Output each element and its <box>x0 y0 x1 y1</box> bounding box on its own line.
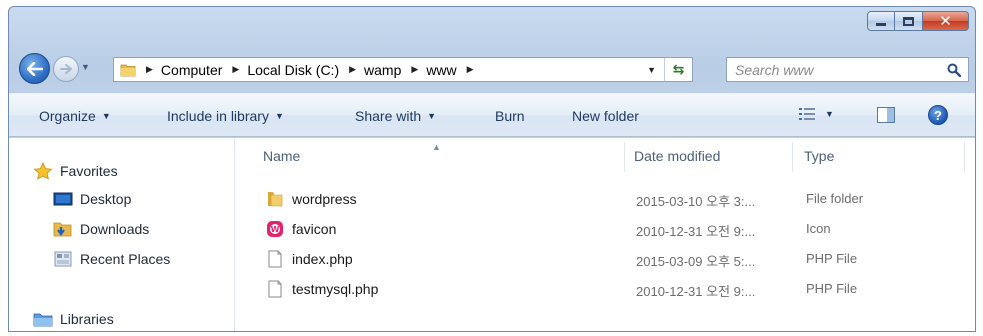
minimize-button[interactable] <box>867 11 895 31</box>
file-list: ▲ Name Date modified Type wordpress 2015… <box>236 138 975 331</box>
breadcrumb-separator[interactable]: ▶ <box>467 64 474 75</box>
refresh-button[interactable]: ⇆ <box>664 58 692 81</box>
address-bar[interactable]: ▶ Computer ▶ Local Disk (C:) ▶ wamp ▶ ww… <box>113 57 693 82</box>
explorer-window: ✕ ▼ ▶ Computer ▶ Local Disk (C:) ▶ wamp … <box>8 6 976 332</box>
file-type: Icon <box>806 221 831 236</box>
star-icon <box>33 162 53 180</box>
minimize-icon <box>876 23 886 26</box>
file-row[interactable]: testmysql.php 2010-12-31 오전 9:... PHP Fi… <box>236 274 975 304</box>
sidebar-item-libraries[interactable]: Libraries <box>33 310 114 328</box>
file-date-modified: 2015-03-09 오후 5:... <box>636 254 756 269</box>
share-with-button[interactable]: Share with ▼ <box>355 108 436 124</box>
chevron-down-icon: ▼ <box>825 109 834 119</box>
window-controls: ✕ <box>867 11 969 31</box>
breadcrumb-separator[interactable]: ▶ <box>146 64 153 75</box>
content-area: Favorites Desktop Downloads Recent Place… <box>9 138 975 331</box>
back-arrow-icon <box>26 61 43 76</box>
search-icon[interactable] <box>940 63 968 77</box>
file-icon <box>266 280 284 298</box>
svg-text:W: W <box>271 225 280 234</box>
sort-ascending-icon: ▲ <box>432 142 441 152</box>
forward-button[interactable] <box>53 56 79 82</box>
column-header-type[interactable]: Type <box>804 148 834 164</box>
include-in-library-label: Include in library <box>167 108 269 124</box>
file-date-modified: 2010-12-31 오전 9:... <box>636 224 756 239</box>
column-divider[interactable] <box>792 142 793 172</box>
help-icon: ? <box>934 107 942 123</box>
sidebar-item-label: Desktop <box>80 191 132 207</box>
recent-pages-dropdown[interactable]: ▼ <box>81 62 90 72</box>
wamp-icon: W <box>266 220 284 238</box>
back-button[interactable] <box>19 53 50 84</box>
breadcrumb-computer[interactable]: Computer <box>161 62 222 78</box>
file-icon <box>266 250 284 268</box>
sidebar-item-desktop[interactable]: Desktop <box>53 190 131 208</box>
chevron-down-icon: ▼ <box>101 111 111 121</box>
file-row[interactable]: index.php 2015-03-09 오후 5:... PHP File <box>236 244 975 274</box>
preview-pane-button[interactable] <box>877 107 895 123</box>
file-name: W favicon <box>266 220 336 238</box>
file-name-text: wordpress <box>292 191 357 207</box>
forward-arrow-icon <box>60 64 72 74</box>
help-button[interactable]: ? <box>928 105 948 125</box>
search-box <box>726 57 969 82</box>
column-header-name[interactable]: Name <box>263 148 300 164</box>
sidebar-item-downloads[interactable]: Downloads <box>53 220 149 238</box>
change-view-button[interactable]: ▼ <box>799 107 834 121</box>
file-name-text: favicon <box>292 221 337 237</box>
breadcrumb-wamp[interactable]: wamp <box>364 62 401 78</box>
file-name-text: testmysql.php <box>292 281 379 297</box>
close-icon: ✕ <box>939 11 952 30</box>
maximize-button[interactable] <box>895 11 923 31</box>
folder-icon <box>120 64 136 76</box>
file-row[interactable]: W favicon 2010-12-31 오전 9:... Icon <box>236 214 975 244</box>
burn-button[interactable]: Burn <box>495 108 525 124</box>
sidebar-item-label: Downloads <box>80 221 150 237</box>
close-button[interactable]: ✕ <box>923 11 969 31</box>
breadcrumb-www[interactable]: www <box>426 62 456 78</box>
column-divider[interactable] <box>624 142 625 172</box>
include-in-library-button[interactable]: Include in library ▼ <box>167 108 284 124</box>
share-with-label: Share with <box>355 108 422 124</box>
refresh-icon: ⇆ <box>672 61 685 77</box>
breadcrumb-separator[interactable]: ▶ <box>411 64 418 75</box>
file-date-modified: 2010-12-31 오전 9:... <box>636 284 756 299</box>
desktop-icon <box>53 190 73 208</box>
breadcrumb-local-disk[interactable]: Local Disk (C:) <box>247 62 339 78</box>
file-name: wordpress <box>266 190 357 208</box>
file-type: PHP File <box>806 281 858 296</box>
file-name: index.php <box>266 250 353 268</box>
breadcrumb-separator[interactable]: ▶ <box>349 64 356 75</box>
column-divider[interactable] <box>964 142 965 172</box>
file-date-modified: 2015-03-10 오후 3:... <box>636 194 756 209</box>
file-type: PHP File <box>806 251 858 266</box>
folder-icon <box>266 190 284 208</box>
new-folder-button[interactable]: New folder <box>572 108 639 124</box>
navigation-row: ▼ ▶ Computer ▶ Local Disk (C:) ▶ wamp ▶ … <box>9 51 975 87</box>
file-row[interactable]: wordpress 2015-03-10 오후 3:... File folde… <box>236 184 975 214</box>
sidebar-item-favorites[interactable]: Favorites <box>33 162 118 180</box>
sidebar-item-recent-places[interactable]: Recent Places <box>53 250 170 268</box>
navigation-pane: Favorites Desktop Downloads Recent Place… <box>9 138 235 331</box>
downloads-icon <box>53 220 73 238</box>
search-input[interactable] <box>727 61 940 78</box>
libraries-icon <box>33 310 53 328</box>
details-view-icon <box>799 108 815 120</box>
chevron-down-icon: ▼ <box>274 111 284 121</box>
organize-label: Organize <box>39 108 96 124</box>
file-type: File folder <box>806 191 864 206</box>
column-header-date-modified[interactable]: Date modified <box>634 148 720 164</box>
sidebar-item-label: Favorites <box>60 163 118 179</box>
file-name: testmysql.php <box>266 280 378 298</box>
sidebar-item-label: Recent Places <box>80 251 171 267</box>
organize-button[interactable]: Organize ▼ <box>39 108 111 124</box>
sidebar-item-label: Libraries <box>60 311 114 327</box>
command-bar: Organize ▼ Include in library ▼ Share with… <box>9 93 975 137</box>
breadcrumb-separator[interactable]: ▶ <box>232 64 239 75</box>
chevron-down-icon: ▼ <box>427 111 437 121</box>
address-dropdown[interactable]: ▼ <box>639 65 664 75</box>
recent-places-icon <box>53 250 73 268</box>
file-name-text: index.php <box>292 251 353 267</box>
maximize-icon <box>903 16 914 26</box>
